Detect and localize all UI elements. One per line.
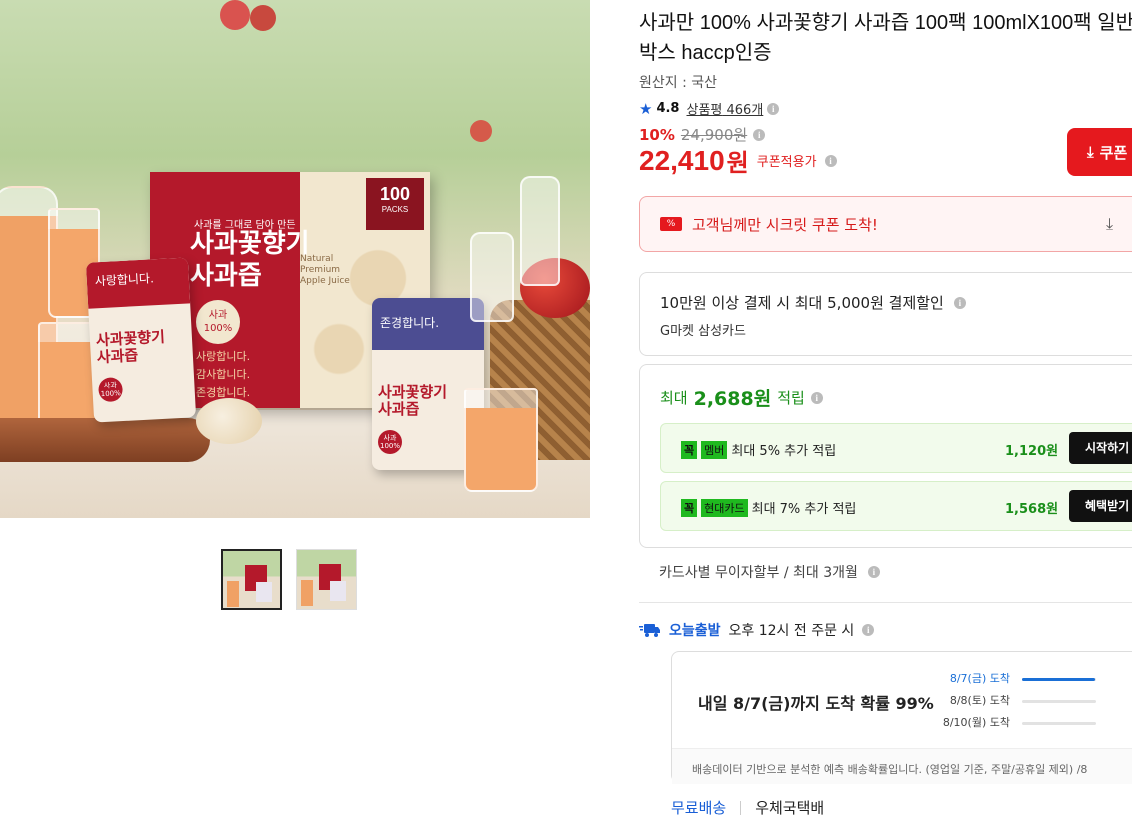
origin-text: 원산지 : 국산 — [639, 75, 718, 91]
get-benefit-button[interactable]: 혜택받기 — [1069, 490, 1132, 522]
product-title: 사과만 100% 사과꽃향기 사과즙 100팩 100mlX100팩 일반박스 … — [639, 12, 1132, 64]
points-box: 최대 2,688원 적립 i 꼭 멤버 최대 5% 추가 적립 1,120원 시작… — [639, 364, 1132, 548]
delivery-footnote: 배송데이터 기반으로 분석한 예측 배송확률입니다. (영업일 기준, 주말/공… — [672, 748, 1132, 784]
apple-bokeh — [220, 0, 250, 30]
thumbnail-strip — [221, 549, 357, 610]
secret-coupon-banner[interactable]: % 고객님께만 시크릿 쿠폰 도착! ⤓ — [639, 196, 1132, 252]
original-price: 24,900원 — [680, 126, 748, 144]
wooden-board — [0, 418, 210, 462]
review-link[interactable]: 상품평 466개 — [686, 99, 763, 118]
juice-pouch-red: 사랑합니다. 사과꽃향기 사과즙 사과 100% — [85, 257, 197, 423]
fast-delivery-icon — [639, 624, 660, 637]
delivery-headline: 내일 8/7(금)까지 도착 확률 99% — [698, 694, 934, 713]
star-icon: ★ — [639, 99, 653, 118]
info-icon[interactable]: i — [810, 391, 823, 404]
apple-bokeh — [250, 5, 276, 31]
coupon-download-button[interactable]: ⤓ 쿠폰 — [1067, 128, 1132, 176]
cutoff-text: 오후 12시 전 주문 시 — [728, 623, 855, 639]
today-shipping-label: 오늘출발 — [669, 623, 721, 639]
shipping-method-row: 무료배송 우체국택배 — [671, 797, 824, 818]
divider — [740, 800, 742, 815]
download-icon[interactable]: ⤓ — [1106, 214, 1113, 234]
info-icon[interactable]: i — [767, 102, 780, 115]
shipping-row: 오늘출발 오후 12시 전 주문 시 i — [639, 620, 875, 640]
info-icon[interactable]: i — [862, 624, 875, 636]
thumbnail-1[interactable] — [221, 549, 282, 610]
rating-score: 4.8 — [656, 101, 680, 116]
delivery-row: 8/7(금) 도착 — [940, 670, 1120, 690]
glass-bottle — [520, 176, 560, 286]
divider — [639, 602, 1132, 603]
secret-coupon-text: 고객님께만 시크릿 쿠폰 도착! — [692, 215, 878, 234]
price-row: 22,410 원 쿠폰적용가 i — [639, 143, 837, 178]
rating-row: ★ 4.8 상품평 466개 i — [639, 99, 780, 118]
info-icon[interactable]: i — [867, 566, 880, 578]
carrier-label: 우체국택배 — [755, 799, 825, 817]
card-name: G마켓 삼성카드 — [660, 324, 746, 339]
glass-bottle — [470, 232, 514, 322]
info-icon[interactable]: i — [953, 296, 966, 309]
points-row-member: 꼭 멤버 최대 5% 추가 적립 1,120원 시작하기 — [660, 423, 1132, 473]
delivery-row: 8/10(월) 도착 — [940, 714, 1120, 734]
info-icon[interactable]: i — [753, 128, 766, 141]
apple-bokeh — [470, 120, 492, 142]
card-badge: 현대카드 — [701, 498, 748, 517]
delivery-probability-box: 내일 8/7(금)까지 도착 확률 99% 8/7(금) 도착 8/8(토) 도… — [671, 651, 1132, 784]
start-button[interactable]: 시작하기 — [1069, 432, 1132, 464]
download-icon: ⤓ — [1087, 143, 1094, 161]
juice-glass — [464, 388, 538, 492]
price-unit: 원 — [726, 149, 749, 177]
percent-badge: % — [660, 217, 682, 231]
thumbnail-2[interactable] — [296, 549, 357, 610]
discount-row: 10% 24,900원 i — [639, 124, 766, 145]
free-shipping-label: 무료배송 — [671, 799, 727, 817]
apple-slice — [196, 398, 262, 444]
delivery-row: 8/8(토) 도착 — [940, 692, 1120, 712]
discount-percent: 10% — [639, 125, 675, 144]
points-row-card: 꼭 현대카드 최대 7% 추가 적립 1,568원 혜택받기 — [660, 481, 1132, 531]
card-discount-box: 10만원 이상 결제 시 최대 5,000원 결제할인 i G마켓 삼성카드 — [639, 272, 1132, 356]
sale-price: 22,410 — [639, 144, 725, 176]
coupon-price-label: 쿠폰적용가 — [756, 155, 817, 170]
member-badge: 멤버 — [701, 440, 728, 459]
card-discount-text: 10만원 이상 결제 시 최대 5,000원 결제할인 — [660, 294, 944, 312]
packs-tag: 100 PACKS — [366, 178, 424, 230]
installment-row: 카드사별 무이자할부 / 최대 3개월 i — [659, 562, 880, 582]
product-main-image: 사과를 그대로 담아 만든 사과꽃향기 사과즙 Natural Premium A… — [0, 0, 590, 518]
points-amount: 2,688원 — [693, 388, 772, 410]
info-icon[interactable]: i — [824, 154, 837, 167]
